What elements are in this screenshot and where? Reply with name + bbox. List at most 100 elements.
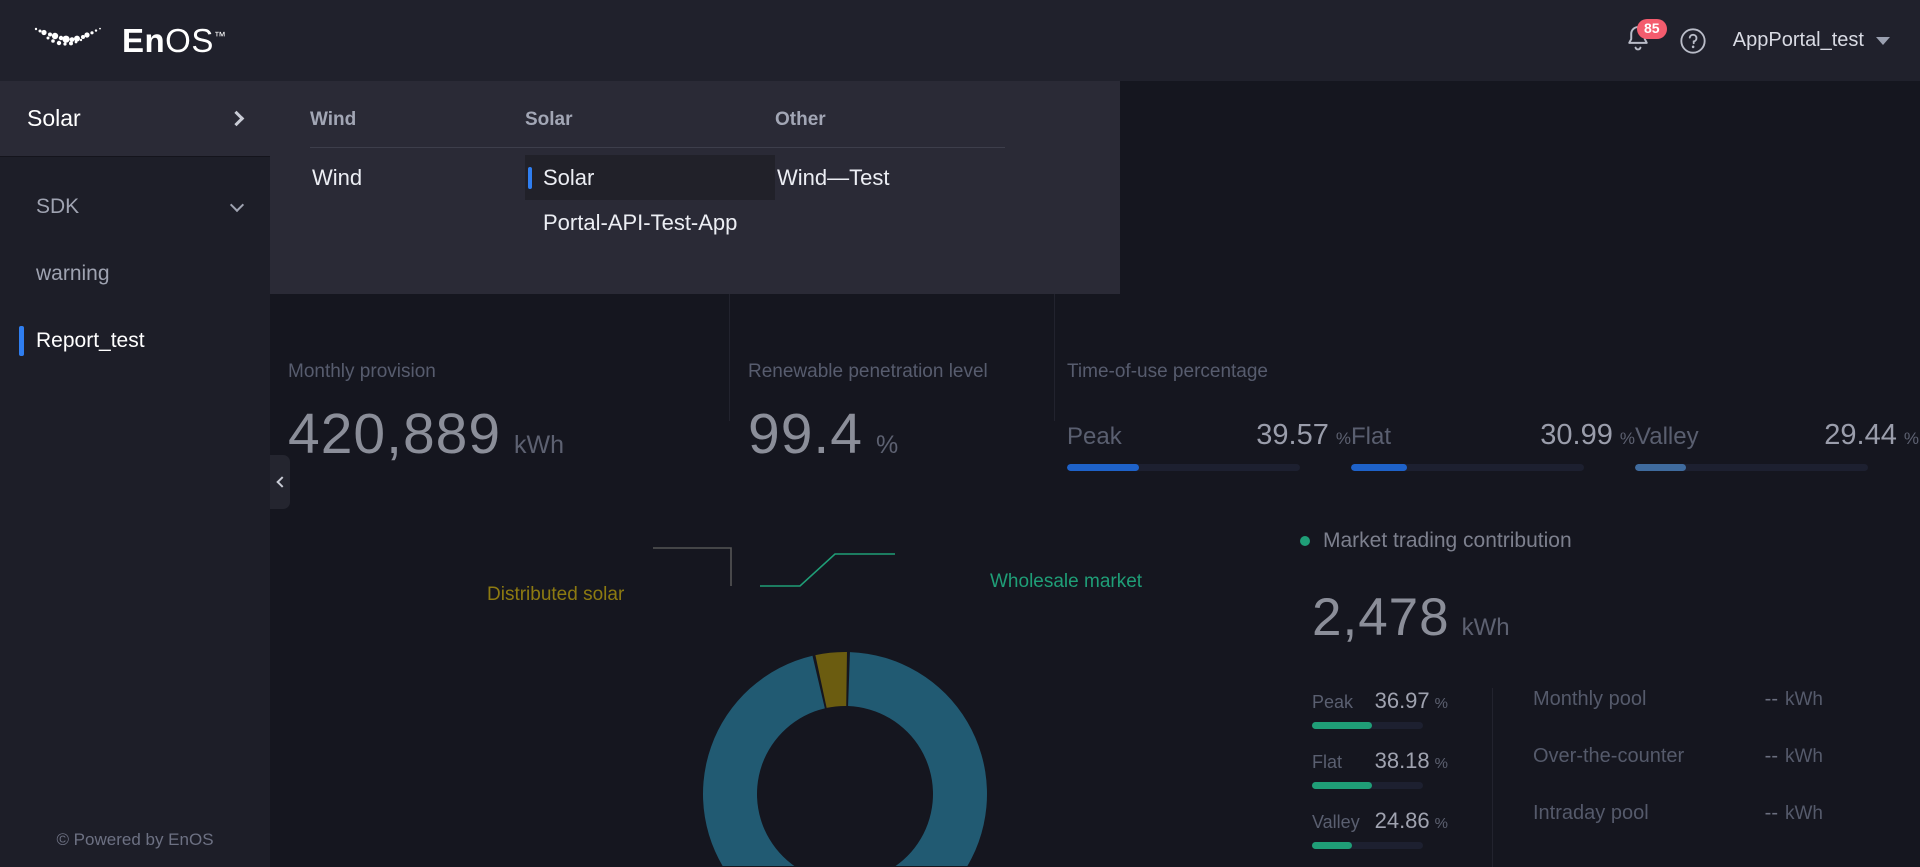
breakdown-unit: % [1434, 815, 1448, 832]
pool-value: -- [1764, 802, 1778, 824]
pool-unit: kWh [1785, 746, 1823, 767]
chevron-down-icon [229, 197, 245, 212]
time-of-use-item-peak: Peak 39.57 % [1067, 419, 1351, 471]
kpi-title: Time-of-use percentage [1067, 361, 1269, 382]
breakdown-value: 38.18 [1374, 748, 1430, 773]
breakdown-progress-bar [1312, 722, 1423, 729]
mega-menu-column-other: Other Wind—Test [775, 109, 1005, 200]
tou-label: Flat [1351, 423, 1392, 450]
breakdown-progress-fill [1312, 842, 1352, 849]
tou-unit: % [1335, 429, 1351, 448]
sidebar-item-label: SDK [36, 194, 80, 218]
market-trading-details: Peak 36.97 % Flat 38.18 % Valley 24.86 %… [1300, 688, 1920, 867]
breakdown-label: Valley [1312, 812, 1360, 832]
mega-menu-item-wind-test[interactable]: Wind—Test [775, 155, 1005, 200]
lower-section: Distributed solar Wholesale market Marke… [270, 501, 1920, 867]
mega-menu-heading: Wind [310, 109, 525, 148]
user-menu-label: AppPortal_test [1732, 29, 1864, 51]
pool-value: -- [1764, 745, 1778, 767]
brand-text-light: OS [165, 22, 214, 59]
sidebar-collapse-toggle[interactable] [270, 455, 290, 509]
breakdown-item-peak: Peak 36.97 % [1312, 688, 1448, 729]
pool-row-over-the-counter: Over-the-counter -- kWh [1533, 745, 1823, 768]
tou-value: 29.44 [1824, 419, 1897, 451]
kpi-value: 420,889 [288, 402, 502, 466]
tou-label: Valley [1635, 423, 1699, 450]
kpi-unit: kWh [514, 431, 565, 459]
callout-line-wholesale [760, 553, 895, 587]
kpi-value: 99.4 [748, 402, 863, 466]
tou-value: 30.99 [1540, 419, 1613, 451]
question-circle-icon[interactable] [1679, 27, 1707, 55]
mega-menu-item-solar[interactable]: Solar [525, 155, 775, 200]
market-trading-panel: Market trading contribution 2,478 kWh Pe… [1300, 501, 1920, 867]
pool-unit: kWh [1785, 803, 1823, 824]
chevron-right-icon [228, 110, 245, 127]
kpi-card-time-of-use: Time-of-use percentage Peak 39.57 % Flat [1055, 81, 1920, 473]
chevron-down-icon [1876, 36, 1890, 45]
tou-progress-bar [1067, 464, 1300, 471]
breakdown-progress-fill [1312, 782, 1372, 789]
tou-label: Peak [1067, 423, 1122, 450]
pool-label: Monthly pool [1533, 688, 1647, 710]
breakdown-progress-bar [1312, 782, 1423, 789]
breakdown-progress-bar [1312, 842, 1423, 849]
mega-menu-column-wind: Wind Wind [310, 109, 525, 200]
mega-menu-heading: Solar [525, 109, 775, 148]
sidebar-item-warning[interactable]: warning [0, 246, 270, 301]
user-menu[interactable]: AppPortal_test [1733, 29, 1890, 52]
app-switcher-mega-menu: Wind Wind Solar Solar Portal-API-Test-Ap… [270, 81, 1120, 294]
breakdown-unit: % [1434, 695, 1448, 712]
notification-button[interactable]: 85 [1623, 18, 1667, 58]
tou-progress-fill [1635, 464, 1687, 471]
market-trading-header: Market trading contribution [1300, 529, 1920, 553]
time-of-use-item-valley: Valley 29.44 % [1635, 419, 1919, 471]
sidebar-item-label: warning [36, 261, 110, 285]
brand-text-bold: En [122, 22, 166, 59]
callout-line-distributed [653, 547, 732, 586]
tou-progress-bar [1635, 464, 1868, 471]
kpi-value-row: 420,889 kWh [288, 401, 564, 467]
sidebar-app-switcher[interactable]: Solar [0, 81, 270, 157]
tou-unit: % [1619, 429, 1635, 448]
breakdown-value: 24.86 [1374, 808, 1430, 833]
mega-menu-column-solar: Solar Solar Portal-API-Test-App [525, 109, 775, 245]
legend-dot-icon [1300, 536, 1310, 546]
top-header: EnOS™ 85 AppPortal_test [0, 0, 1920, 81]
breakdown-item-flat: Flat 38.18 % [1312, 748, 1448, 789]
mega-menu-item-wind[interactable]: Wind [310, 155, 525, 200]
pool-value: -- [1764, 688, 1778, 710]
time-of-use-item-flat: Flat 30.99 % [1351, 419, 1635, 471]
pool-row-intraday: Intraday pool -- kWh [1533, 802, 1823, 825]
sidebar: Solar SDK warning Report_test © Powered … [0, 81, 270, 867]
sidebar-item-report-test[interactable]: Report_test [0, 313, 270, 368]
market-trading-breakdown: Peak 36.97 % Flat 38.18 % Valley 24.86 % [1312, 688, 1448, 867]
sidebar-item-sdk[interactable]: SDK [0, 179, 270, 234]
kpi-unit: % [875, 431, 899, 459]
tou-value: 39.57 [1256, 419, 1329, 451]
mega-menu-heading: Other [775, 109, 1005, 148]
tou-progress-bar [1351, 464, 1584, 471]
brand-logo[interactable]: EnOS™ [30, 21, 226, 61]
tou-progress-fill [1067, 464, 1140, 471]
pool-label: Intraday pool [1533, 802, 1649, 824]
market-trading-value-row: 2,478 kWh [1312, 587, 1920, 648]
pool-unit: kWh [1785, 689, 1823, 710]
breakdown-progress-fill [1312, 722, 1372, 729]
market-trading-value: 2,478 [1312, 588, 1450, 647]
breakdown-label: Peak [1312, 692, 1354, 712]
brand-wordmark: EnOS™ [122, 24, 226, 57]
chevron-left-icon [275, 476, 288, 488]
app-root: EnOS™ 85 AppPortal_test Solar SDK warnin… [0, 0, 1920, 867]
header-actions: 85 AppPortal_test [1623, 18, 1890, 58]
donut-label-distributed-solar: Distributed solar [487, 584, 625, 605]
tou-unit: % [1903, 429, 1919, 448]
enos-logo-icon [34, 27, 101, 46]
notification-count-badge: 85 [1636, 18, 1667, 39]
time-of-use-items: Peak 39.57 % Flat 30.99 % Valley 29.44 % [1067, 419, 1919, 471]
mega-menu-item-portal-api-test-app[interactable]: Portal-API-Test-App [525, 200, 775, 245]
market-trading-pools: Monthly pool -- kWh Over-the-counter -- … [1492, 688, 1823, 867]
mega-menu-list: Wind—Test [775, 155, 1005, 200]
pool-row-monthly: Monthly pool -- kWh [1533, 688, 1823, 711]
donut-chart: Distributed solar Wholesale market [487, 526, 1155, 867]
